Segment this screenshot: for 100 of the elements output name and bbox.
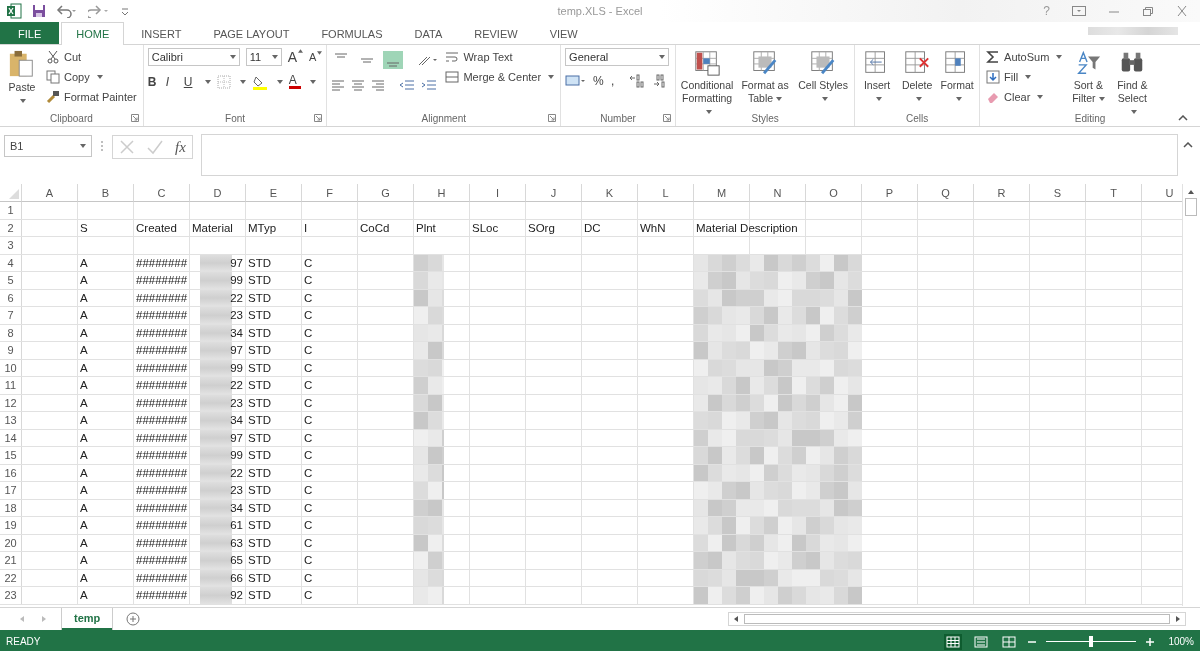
scroll-up-icon[interactable] [1186,188,1196,196]
column-header[interactable]: P [862,184,918,202]
collapse-ribbon-icon[interactable] [1178,115,1188,121]
align-center-icon[interactable] [351,79,366,91]
ribbon-tab[interactable]: DATA [399,22,458,44]
column-header[interactable]: R [974,184,1030,202]
column-header[interactable]: F [302,184,358,202]
ribbon-tab[interactable]: VIEW [534,22,593,44]
zoom-in-icon[interactable] [1146,637,1155,646]
cell-styles-button[interactable]: Cell Styles [796,48,851,106]
enter-icon[interactable] [147,139,163,155]
copy-button[interactable]: Copy [44,68,139,86]
undo-icon[interactable] [56,4,78,18]
cancel-icon[interactable] [119,139,135,155]
format-cells-button[interactable]: Format [939,48,976,106]
column-header[interactable]: O [806,184,862,202]
column-header[interactable]: T [1086,184,1142,202]
ribbon-tab[interactable]: PAGE LAYOUT [198,22,305,44]
name-box[interactable]: B1 [4,135,92,157]
conditional-formatting-button[interactable]: Conditional Formatting [680,48,735,119]
insert-cells-button[interactable]: Insert [859,48,896,106]
scroll-thumb[interactable] [1185,198,1197,216]
autosum-button[interactable]: AutoSum [984,48,1065,66]
column-header[interactable]: Q [918,184,974,202]
column-header[interactable]: A [22,184,78,202]
scroll-thumb[interactable] [744,614,1170,624]
normal-view-icon[interactable] [944,633,963,650]
column-header[interactable]: S [1030,184,1086,202]
format-as-table-button[interactable]: Format as Table [738,48,793,106]
column-header[interactable]: N [750,184,806,202]
zoom-slider-thumb[interactable] [1089,636,1094,647]
save-icon[interactable] [32,4,46,18]
page-layout-view-icon[interactable] [972,633,991,650]
clear-button[interactable]: Clear [984,88,1065,106]
column-header[interactable]: L [638,184,694,202]
caret-icon [1130,110,1137,115]
column-header[interactable]: G [358,184,414,202]
horizontal-scrollbar[interactable] [728,612,1186,626]
zoom-level[interactable]: 100% [1168,636,1194,647]
grow-font-button[interactable]: A [287,49,304,65]
column-header[interactable]: K [582,184,638,202]
file-tab[interactable]: FILE [0,22,60,44]
fill-color-icon[interactable] [251,74,268,90]
fill-button[interactable]: Fill [984,68,1065,86]
font-family-dropdown[interactable]: Calibri [147,48,240,66]
ribbon-tab[interactable]: HOME [61,22,125,45]
restore-icon[interactable] [1142,6,1154,16]
new-sheet-icon[interactable] [126,612,141,626]
caret-icon [239,80,246,84]
italic-button[interactable]: I [165,75,178,89]
currency-icon[interactable] [565,74,588,88]
font-color-button[interactable]: A [288,75,301,89]
cut-button[interactable]: Cut [44,48,139,66]
vertical-scrollbar[interactable] [1182,184,1199,606]
column-header[interactable]: H [414,184,470,202]
column-header[interactable]: I [470,184,526,202]
underline-button[interactable]: U [183,75,196,89]
vertical-align-button[interactable] [383,51,404,69]
dialog-launcher-icon[interactable] [663,114,672,122]
redo-icon[interactable] [88,4,110,18]
column-header[interactable]: E [246,184,302,202]
column-header[interactable]: M [694,184,750,202]
insert-function-button[interactable]: fx [175,138,186,156]
align-left-icon[interactable] [331,79,346,91]
scroll-left-icon[interactable] [732,615,740,623]
increase-indent-icon[interactable] [421,79,438,91]
comma-button[interactable]: , [611,74,624,88]
decrease-indent-icon[interactable] [399,79,416,91]
percent-button[interactable]: % [593,74,606,88]
cell-text: STD [248,501,271,514]
paste-button[interactable]: Paste [4,48,40,108]
shrink-font-button[interactable]: A [309,51,323,63]
dialog-launcher-icon[interactable] [314,114,323,122]
collapse-formula-bar-icon[interactable] [1183,142,1193,148]
column-header[interactable]: J [526,184,582,202]
sheet-tab[interactable]: temp [62,607,113,630]
ribbon-tab[interactable]: FORMULAS [306,22,398,44]
align-right-icon[interactable] [371,79,386,91]
ribbon-display-icon[interactable] [1072,6,1086,16]
close-icon[interactable] [1176,6,1188,16]
formula-input[interactable] [200,134,1178,176]
dialog-launcher-icon[interactable] [548,114,557,122]
ribbon-tab[interactable]: INSERT [126,22,197,44]
cell-text: 23 [230,396,243,409]
ribbon-tab[interactable]: REVIEW [459,22,533,44]
column-header[interactable]: B [78,184,134,202]
font-size-dropdown[interactable]: 11 [245,48,282,66]
bold-button[interactable]: B [147,75,160,89]
dialog-launcher-icon[interactable] [130,114,139,122]
scroll-right-icon[interactable] [1174,615,1182,623]
number-format-dropdown[interactable]: General [565,48,670,66]
find-select-button[interactable]: Find & Select [1112,48,1153,119]
format-painter-button[interactable]: Format Painter [44,88,139,106]
wrap-text-button[interactable]: Wrap Text [443,48,557,66]
delete-cells-button[interactable]: Delete [899,48,936,106]
sort-filter-button[interactable]: Sort & Filter [1068,48,1109,106]
page-break-view-icon[interactable] [1000,633,1019,650]
column-header[interactable]: D [190,184,246,202]
column-header[interactable]: C [134,184,190,202]
merge-center-button[interactable]: Merge & Center [443,68,557,86]
